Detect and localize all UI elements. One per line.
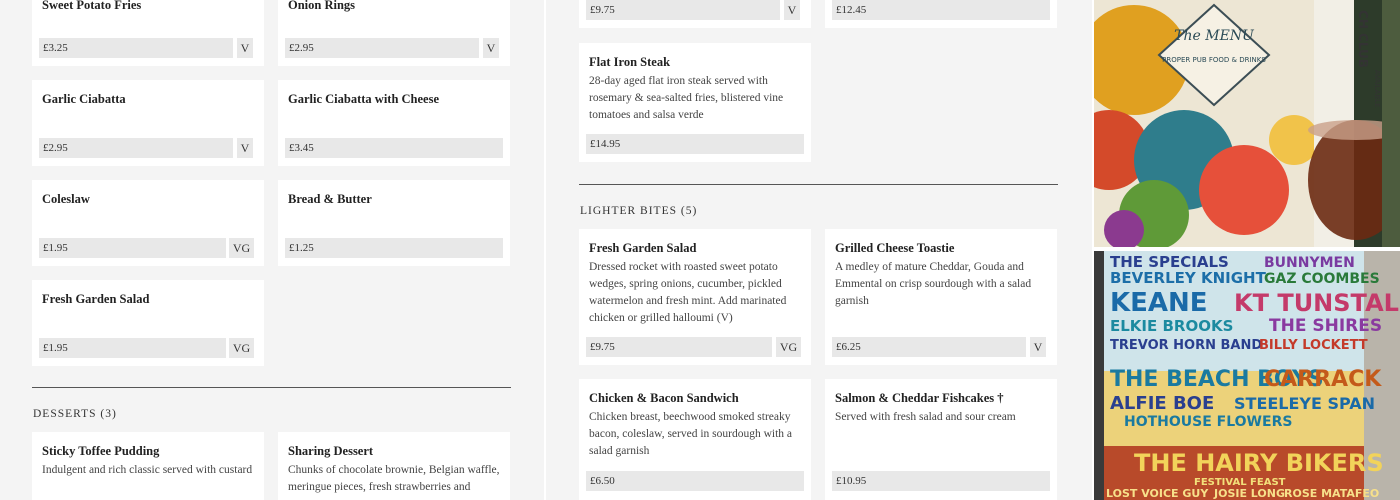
diet-badge: VG [776,337,801,357]
menu-item-card[interactable]: Grilled Cheese Toastie A medley of matur… [825,229,1057,365]
menu-item-card[interactable]: £12.45 [825,0,1057,28]
festival-poster-line: THE SHIRES [1269,316,1382,336]
menu-column-left: Sweet Potato Fries £3.25 V Onion Rings £… [0,0,544,500]
menu-column-middle: £9.75 V £12.45 Flat Iron Steak 28-day ag… [546,0,1092,500]
menu-item-price: £14.95 [586,134,804,154]
menu-poster-sub: PROPER PUB FOOD & DRINKS [1162,56,1266,64]
festival-poster-line: BILLY LOCKETT [1259,338,1368,353]
menu-item-card[interactable]: Bread & Butter £1.25 [278,180,510,266]
diet-badge: V [237,138,253,158]
diet-badge: V [483,38,499,58]
festival-poster-line: STEELEYE SPAN [1234,394,1375,413]
diet-badge: VG [229,338,254,358]
festival-poster-line: TREVOR HORN BAND [1110,338,1262,353]
menu-item-card[interactable]: Sweet Potato Fries £3.25 V [32,0,264,66]
section-title-lighter-bites: LIGHTER BITES (5) [580,205,698,217]
diet-badge: V [1030,337,1046,357]
menu-poster-side-text: CH CLUB [1356,10,1370,68]
diet-badge: VG [229,238,254,258]
menu-poster-photo: The MENU PROPER PUB FOOD & DRINKS CH CLU… [1094,0,1400,247]
menu-item-name: Fresh Garden Salad [589,241,697,255]
festival-poster-line: KT TUNSTALL [1234,289,1400,317]
festival-poster-line: GAZ COOMBES [1264,271,1380,287]
menu-item-name: Flat Iron Steak [589,55,671,69]
festival-poster-line: KEANE [1110,288,1208,318]
menu-item-card[interactable]: Onion Rings £2.95 V [278,0,510,66]
menu-item-card[interactable]: £9.75 V [579,0,811,28]
festival-poster-line: THE HAIRY BIKERS [1134,449,1384,477]
menu-item-description: A medley of mature Cheddar, Gouda and Em… [835,261,1032,307]
menu-item-name: Sticky Toffee Pudding [42,444,160,458]
menu-item-name: Sweet Potato Fries [42,0,142,12]
menu-item-name: Fresh Garden Salad [42,292,150,306]
menu-item-name: Onion Rings [288,0,356,12]
menu-item-card[interactable]: Garlic Ciabatta £2.95 V [32,80,264,166]
festival-poster-line: ROSE MATAFEO [1284,487,1379,500]
menu-item-description: Served with fresh salad and sour cream [835,411,1016,423]
menu-item-card[interactable]: Fresh Garden Salad Dressed rocket with r… [579,229,811,365]
menu-poster-side-text-2: AVAILABLE [1373,70,1381,108]
menu-item-card[interactable]: Fresh Garden Salad £1.95 VG [32,280,264,366]
menu-item-price: £6.50 [586,471,804,491]
menu-item-price: £6.25 [832,337,1026,357]
menu-item-price: £12.45 [832,0,1050,20]
menu-item-price: £2.95 [285,38,479,58]
menu-item-price: £3.45 [285,138,503,158]
menu-item-name: Sharing Dessert [288,444,374,458]
festival-poster-line: CARRACK [1264,367,1382,392]
menu-item-card[interactable]: Flat Iron Steak 28-day aged flat iron st… [579,43,811,162]
festival-poster-line: ALFIE BOE [1110,393,1214,414]
menu-item-name: Garlic Ciabatta [42,92,126,106]
menu-item-card[interactable]: Coleslaw £1.95 VG [32,180,264,266]
section-divider [579,184,1058,185]
menu-poster-title-the: The MENU [1174,28,1255,44]
menu-item-name: Garlic Ciabatta with Cheese [288,92,440,106]
menu-item-card[interactable]: Sticky Toffee Pudding Indulgent and rich… [32,432,264,500]
menu-item-price: £1.95 [39,238,226,258]
festival-poster-line: BEVERLEY KNIGHT [1110,269,1267,287]
menu-item-description: Chicken breast, beechwood smoked streaky… [589,411,793,457]
menu-item-price: £1.25 [285,238,503,258]
menu-item-name: Salmon & Cheddar Fishcakes † [835,391,1004,405]
festival-poster-line: ELKIE BROOKS [1110,317,1233,335]
festival-poster-line: JOSIE LONG [1213,487,1285,500]
menu-item-name: Grilled Cheese Toastie [835,241,955,255]
menu-item-price: £9.75 [586,0,780,20]
menu-item-description: 28-day aged flat iron steak served with … [589,75,784,121]
menu-item-price: £9.75 [586,337,772,357]
festival-poster-photo: THE SPECIALS BUNNYMEN BEVERLEY KNIGHT GAZ C… [1094,251,1400,500]
menu-item-price: £2.95 [39,138,233,158]
menu-item-card[interactable]: Salmon & Cheddar Fishcakes † Served with… [825,379,1057,500]
menu-item-description: Indulgent and rich classic served with c… [42,464,253,476]
menu-item-description: Chunks of chocolate brownie, Belgian waf… [288,464,500,493]
menu-item-price: £10.95 [832,471,1050,491]
diet-badge: V [237,38,253,58]
section-divider [32,387,511,388]
menu-item-name: Coleslaw [42,192,90,206]
menu-item-card[interactable]: Chicken & Bacon Sandwich Chicken breast,… [579,379,811,500]
menu-item-price: £1.95 [39,338,226,358]
menu-item-name: Bread & Butter [288,192,372,206]
menu-item-card[interactable]: Sharing Dessert Chunks of chocolate brow… [278,432,510,500]
festival-poster-line: LOST VOICE GUY [1106,487,1209,500]
menu-item-card[interactable]: Garlic Ciabatta with Cheese £3.45 [278,80,510,166]
festival-poster-line: BUNNYMEN [1264,255,1355,271]
diet-badge: V [784,0,800,20]
menu-item-price: £3.25 [39,38,233,58]
festival-poster-line: HOTHOUSE FLOWERS [1124,414,1292,430]
section-title-desserts: DESSERTS (3) [33,408,117,420]
menu-item-description: Dressed rocket with roasted sweet potato… [589,261,787,324]
menu-item-name: Chicken & Bacon Sandwich [589,391,739,405]
